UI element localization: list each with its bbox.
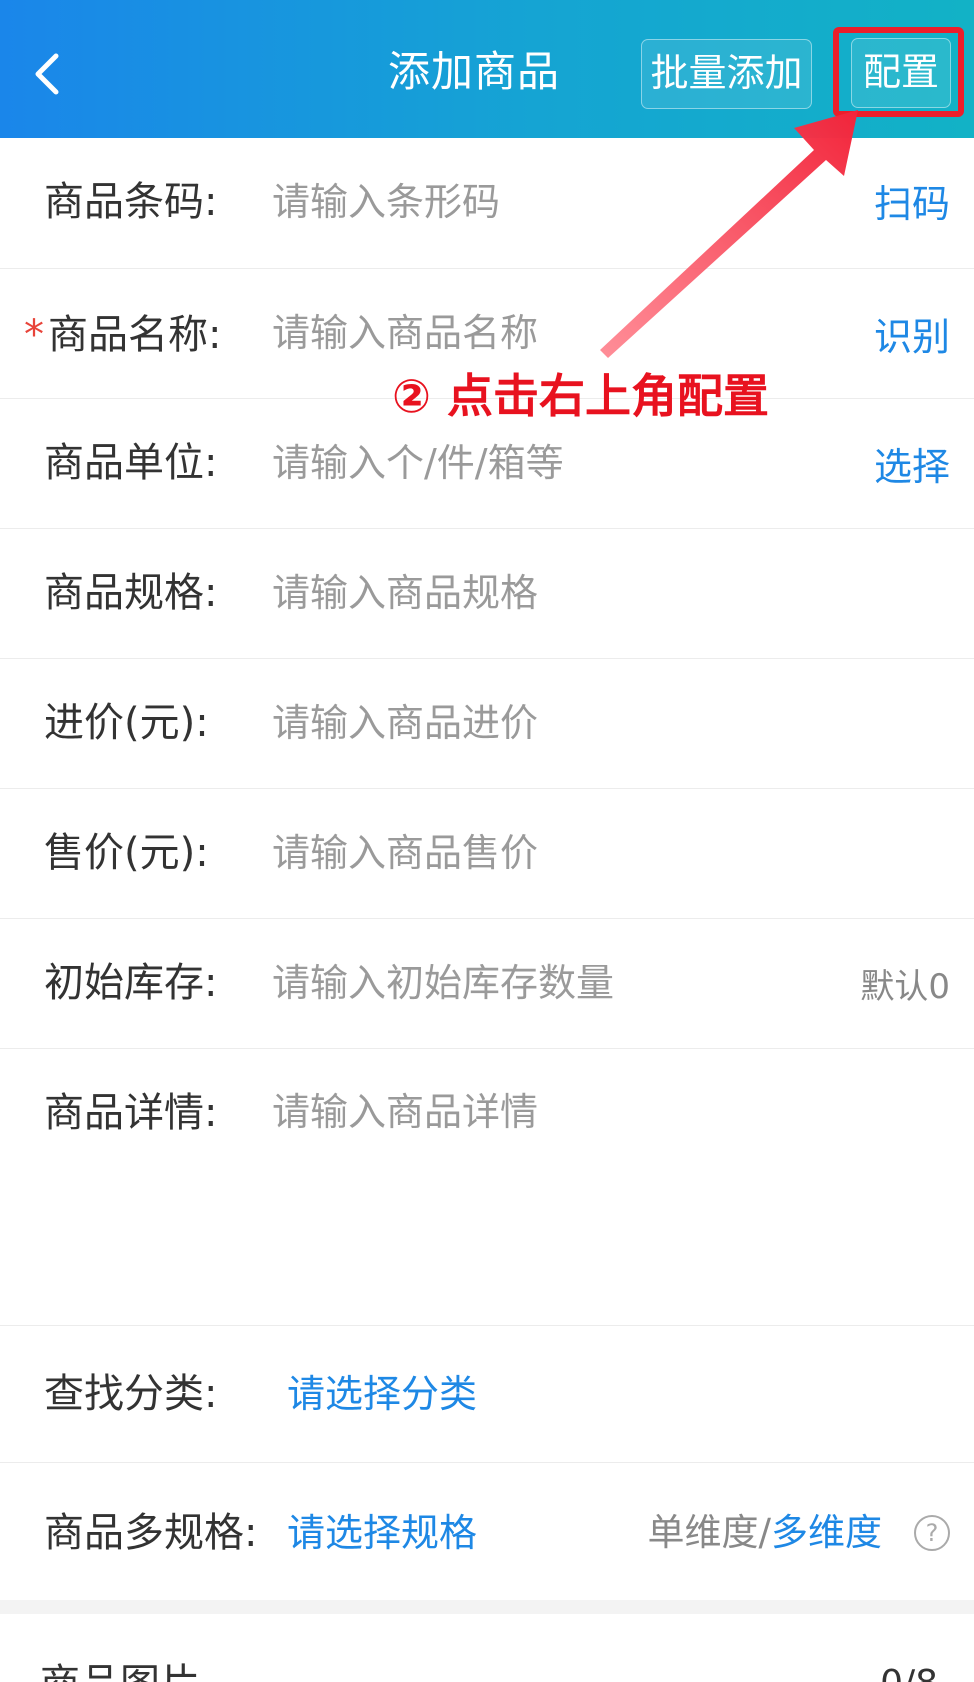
detail-row: 商品详情: [0, 1049, 974, 1326]
sale-price-row: 售价(元): [0, 789, 974, 919]
barcode-label: 商品条码: [44, 179, 218, 225]
page-title: 添加商品 [388, 47, 561, 96]
spec-label: 商品规格: [44, 570, 218, 616]
product-name-input[interactable] [272, 303, 832, 363]
sale-price-label: 售价(元): [44, 830, 209, 876]
back-arrow-icon[interactable] [28, 44, 72, 104]
section-gap [0, 1600, 974, 1614]
batch-add-button[interactable]: 批量添加 [641, 39, 812, 109]
dimension-separator: / [758, 1511, 771, 1554]
category-label: 查找分类: [44, 1371, 218, 1417]
app-header: 添加商品 批量添加 配置 [0, 0, 974, 138]
images-label: 商品图片 [40, 1654, 200, 1682]
select-unit-button[interactable]: 选择 [874, 437, 950, 497]
spec-row: 商品规格: [0, 529, 974, 659]
category-row: 查找分类: 请选择分类 [0, 1326, 974, 1463]
product-name-row: * 商品名称: 识别 [0, 269, 974, 399]
select-spec-link[interactable]: 请选择规格 [287, 1503, 477, 1563]
stock-label: 初始库存: [44, 960, 218, 1006]
detail-textarea[interactable] [272, 1085, 932, 1245]
purchase-price-label: 进价(元): [44, 700, 209, 746]
unit-input[interactable] [272, 433, 832, 493]
multi-spec-label: 商品多规格: [44, 1510, 258, 1556]
purchase-price-input[interactable] [272, 693, 832, 753]
stock-row: 初始库存: 默认0 [0, 919, 974, 1049]
config-button[interactable]: 配置 [851, 38, 951, 108]
recognize-button[interactable]: 识别 [874, 307, 950, 367]
required-star: * [24, 312, 44, 358]
barcode-row: 商品条码: 扫码 [0, 138, 974, 269]
help-icon[interactable]: ? [914, 1515, 950, 1551]
select-category-link[interactable]: 请选择分类 [287, 1364, 477, 1424]
stock-default-hint: 默认0 [860, 967, 950, 1007]
barcode-input[interactable] [272, 172, 832, 232]
detail-label: 商品详情: [44, 1090, 218, 1136]
sale-price-input[interactable] [272, 823, 832, 883]
stock-input[interactable] [272, 953, 772, 1013]
images-count: 0/8 [880, 1654, 938, 1682]
purchase-price-row: 进价(元): [0, 659, 974, 789]
images-row: 商品图片 0/8 [0, 1614, 974, 1682]
product-name-label: 商品名称: [48, 312, 222, 358]
single-dimension-option[interactable]: 单维度 [648, 1511, 759, 1554]
spec-input[interactable] [272, 563, 832, 623]
unit-row: 商品单位: 选择 [0, 399, 974, 529]
multi-dimension-option[interactable]: 多维度 [771, 1511, 882, 1554]
scan-barcode-button[interactable]: 扫码 [874, 174, 950, 234]
dimension-switch: 单维度/多维度 [648, 1503, 882, 1563]
multi-spec-row: 商品多规格: 请选择规格 单维度/多维度 ? [0, 1463, 974, 1600]
unit-label: 商品单位: [44, 440, 218, 486]
